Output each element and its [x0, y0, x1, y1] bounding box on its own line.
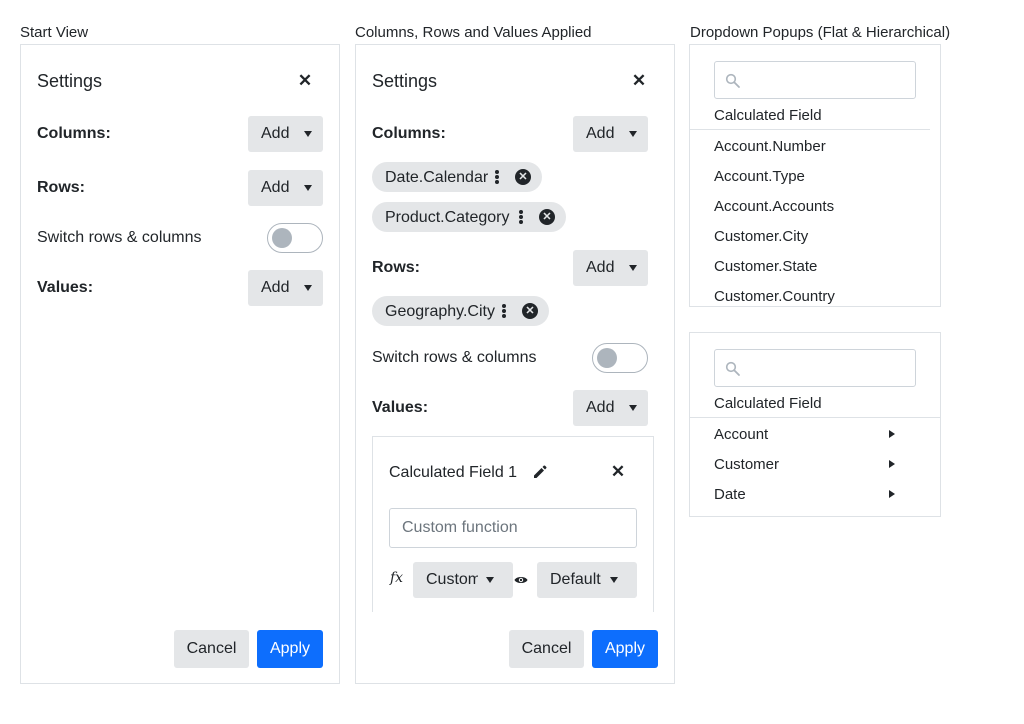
- aggregate-select[interactable]: Custom: [413, 562, 513, 598]
- add-button-label: Add: [586, 259, 615, 276]
- list-item[interactable]: Customer.Country: [714, 288, 835, 305]
- rows-label: Rows:: [372, 259, 420, 276]
- remove-chip-icon[interactable]: ✕: [539, 209, 555, 225]
- cancel-button[interactable]: Cancel: [174, 630, 249, 668]
- list-item[interactable]: Account: [714, 426, 768, 443]
- row-chip[interactable]: Geography.City ✕: [372, 296, 549, 326]
- add-button-label: Add: [261, 179, 290, 196]
- rows-add-button[interactable]: Add: [573, 250, 648, 286]
- caret-down-icon: [304, 185, 312, 191]
- toggle-knob: [597, 348, 617, 368]
- list-item[interactable]: Account.Number: [714, 138, 826, 155]
- values-add-button[interactable]: Add: [573, 390, 648, 426]
- chip-label: Product.Category: [385, 209, 510, 226]
- calculated-field-option[interactable]: Calculated Field: [714, 107, 822, 124]
- switch-rows-columns-toggle[interactable]: [267, 223, 323, 253]
- edit-pencil-icon[interactable]: [532, 464, 548, 480]
- add-button-label: Add: [261, 279, 290, 296]
- toggle-knob: [272, 228, 292, 248]
- list-item[interactable]: Customer: [714, 456, 779, 473]
- format-select[interactable]: Default: [537, 562, 637, 598]
- format-select-value: Default: [550, 571, 601, 588]
- caret-down-icon: [304, 131, 312, 137]
- search-icon: [725, 361, 740, 376]
- flat-dropdown-popup: Calculated Field Account.Number Account.…: [689, 44, 941, 307]
- search-input[interactable]: [714, 61, 916, 99]
- add-button-label: Add: [586, 399, 615, 416]
- close-icon[interactable]: ✕: [610, 463, 626, 480]
- values-add-button[interactable]: Add: [248, 270, 323, 306]
- switch-rows-columns-label: Switch rows & columns: [37, 229, 202, 246]
- close-icon[interactable]: ✕: [297, 72, 313, 89]
- close-icon[interactable]: ✕: [631, 72, 647, 89]
- panel-title: Settings: [37, 71, 103, 91]
- column-chip[interactable]: Date.Calendar ✕: [372, 162, 542, 192]
- cancel-button[interactable]: Cancel: [509, 630, 584, 668]
- divider: [690, 129, 930, 130]
- caret-down-icon: [629, 265, 637, 271]
- add-button-label: Add: [261, 125, 290, 142]
- hierarchical-dropdown-popup: Calculated Field Account Customer Date: [689, 332, 941, 517]
- columns-label: Columns:: [372, 125, 446, 142]
- fx-icon: fx: [390, 570, 404, 586]
- settings-panel-applied: Settings ✕ Columns: Add Date.Calendar ✕ …: [355, 44, 675, 684]
- remove-chip-icon[interactable]: ✕: [515, 169, 531, 185]
- columns-add-button[interactable]: Add: [248, 116, 323, 152]
- caption-dropdown-popups: Dropdown Popups (Flat & Hierarchical): [690, 24, 951, 41]
- caption-applied-view: Columns, Rows and Values Applied: [355, 24, 592, 41]
- list-item[interactable]: Account.Type: [714, 168, 805, 185]
- search-input[interactable]: [714, 349, 916, 387]
- remove-chip-icon[interactable]: ✕: [522, 303, 538, 319]
- panel-title: Settings: [372, 71, 438, 91]
- more-vertical-icon[interactable]: [495, 170, 499, 184]
- settings-panel-start: Settings ✕ Columns: Add Rows: Add Switch…: [20, 44, 340, 684]
- values-label: Values:: [37, 279, 94, 296]
- list-item[interactable]: Customer.City: [714, 228, 808, 245]
- values-label: Values:: [372, 399, 429, 416]
- submenu-arrow-icon: [889, 430, 895, 438]
- caret-down-icon: [304, 285, 312, 291]
- caption-start-view: Start View: [20, 24, 89, 41]
- search-icon: [725, 73, 740, 88]
- caret-down-icon: [610, 577, 618, 583]
- list-item[interactable]: Date: [714, 486, 746, 503]
- caret-down-icon: [629, 131, 637, 137]
- caret-down-icon: [486, 577, 494, 583]
- switch-rows-columns-toggle[interactable]: [592, 343, 648, 373]
- more-vertical-icon[interactable]: [519, 210, 523, 224]
- aggregate-select-value: Custom: [426, 571, 478, 588]
- rows-add-button[interactable]: Add: [248, 170, 323, 206]
- rows-label: Rows:: [37, 179, 85, 196]
- apply-button[interactable]: Apply: [257, 630, 323, 668]
- apply-button[interactable]: Apply: [592, 630, 658, 668]
- calculated-field-card: Calculated Field 1 ✕ Custom function fx …: [372, 436, 654, 612]
- add-button-label: Add: [586, 125, 615, 142]
- calculated-field-option[interactable]: Calculated Field: [714, 395, 822, 412]
- custom-function-input[interactable]: Custom function: [389, 508, 637, 548]
- columns-label: Columns:: [37, 125, 111, 142]
- switch-rows-columns-label: Switch rows & columns: [372, 349, 537, 366]
- chip-label: Geography.City: [385, 303, 495, 320]
- custom-function-placeholder: Custom function: [402, 519, 518, 536]
- eye-icon: [514, 577, 528, 583]
- submenu-arrow-icon: [889, 460, 895, 468]
- submenu-arrow-icon: [889, 490, 895, 498]
- columns-add-button[interactable]: Add: [573, 116, 648, 152]
- chip-label: Date.Calendar: [385, 169, 489, 186]
- list-item[interactable]: Account.Accounts: [714, 198, 834, 215]
- divider: [690, 417, 940, 418]
- more-vertical-icon[interactable]: [502, 304, 506, 318]
- column-chip[interactable]: Product.Category ✕: [372, 202, 566, 232]
- caret-down-icon: [629, 405, 637, 411]
- calculated-field-name: Calculated Field 1: [389, 464, 518, 481]
- list-item[interactable]: Customer.State: [714, 258, 817, 275]
